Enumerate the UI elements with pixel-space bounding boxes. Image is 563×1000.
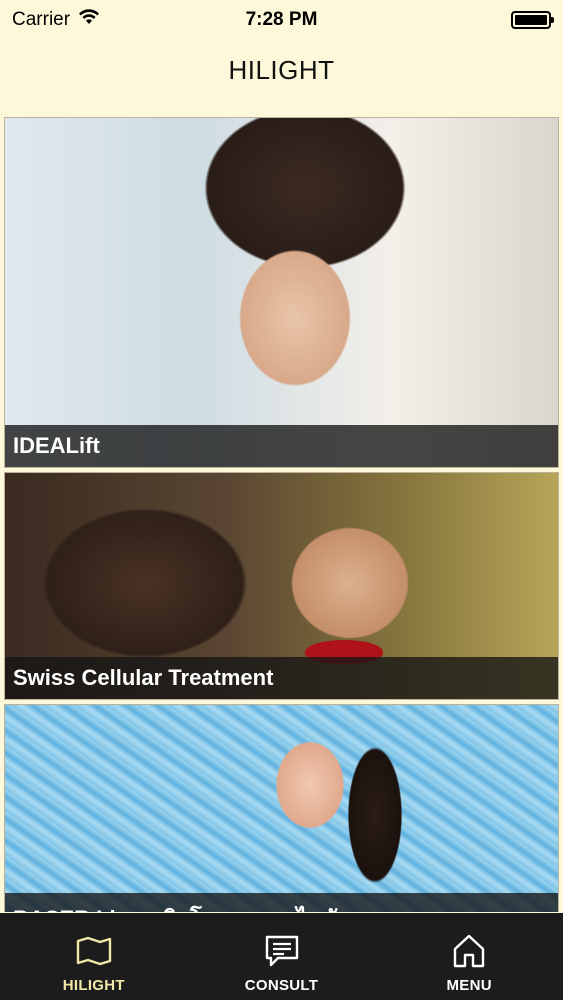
tab-bar: HILIGHT CONSULT MENU [0, 913, 563, 1000]
status-bar: Carrier 7:28 PM [0, 0, 563, 40]
feed-card-caption: IDEALift [5, 425, 558, 467]
feed-card-caption: BASER Lipo พลิกโฉมการลดไขมัน [5, 893, 558, 912]
feed-card-caption: Swiss Cellular Treatment [5, 657, 558, 699]
map-icon [74, 931, 114, 971]
chat-icon [262, 931, 302, 971]
battery-icon [511, 11, 554, 29]
feed-card-baser-lipo[interactable]: BASER Lipo พลิกโฉมการลดไขมัน [4, 704, 559, 912]
feed-card-photo [5, 118, 558, 467]
tab-hilight[interactable]: HILIGHT [0, 913, 188, 1000]
home-icon [449, 931, 489, 971]
feed-card-idealift[interactable]: IDEALift [4, 117, 559, 468]
tab-consult[interactable]: CONSULT [188, 913, 376, 1000]
tab-label: CONSULT [244, 977, 319, 994]
page-title: HILIGHT [228, 55, 335, 85]
carrier-label: Carrier [12, 9, 71, 30]
feed-card-swiss-cellular[interactable]: Swiss Cellular Treatment [4, 472, 559, 700]
wifi-icon [78, 9, 100, 31]
highlight-feed[interactable]: IDEALift Swiss Cellular Treatment BASER … [4, 117, 559, 912]
tab-menu[interactable]: MENU [375, 913, 563, 1000]
feed-card-photo [5, 705, 558, 912]
tab-label: HILIGHT [62, 977, 125, 994]
tab-label: MENU [446, 977, 492, 994]
status-left: Carrier [12, 9, 100, 31]
